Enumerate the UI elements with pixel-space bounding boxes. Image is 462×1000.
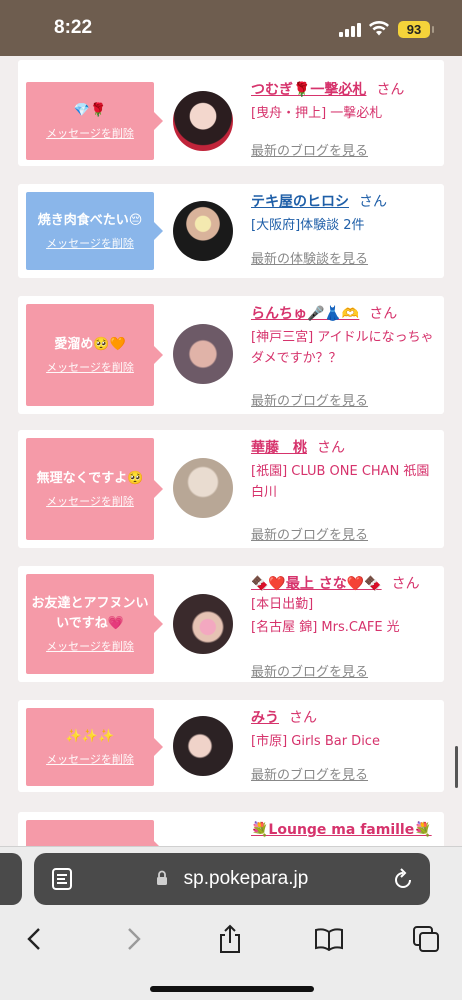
- delete-message-link[interactable]: メッセージを削除: [46, 125, 134, 141]
- status-time: 8:22: [54, 17, 93, 38]
- message-list[interactable]: 💎🌹 メッセージを削除 つむぎ🌹一撃必札 さん [曳舟・押上] 一撃必札 最新のブ…: [0, 56, 462, 846]
- message-text: 無理なくですよ🥺: [36, 471, 144, 486]
- message-bubble: [26, 820, 163, 846]
- browser-toolbar: sp.pokepara.jp: [0, 846, 462, 1000]
- message-card: お友達とアフヌンいいですね💗 メッセージを削除 🍫❤️最上 さな❤️🍫 さん [本…: [18, 566, 444, 682]
- honorific: さん: [317, 440, 345, 456]
- back-button[interactable]: [14, 919, 54, 959]
- status-bar: 8:22 93: [0, 0, 462, 56]
- delete-message-link[interactable]: メッセージを削除: [46, 638, 134, 654]
- address-bar[interactable]: sp.pokepara.jp: [34, 853, 430, 905]
- share-icon: [220, 924, 240, 953]
- message-bubble: 愛溜め🥺🧡 メッセージを削除: [26, 304, 163, 406]
- message-bubble: 💎🌹 メッセージを削除: [26, 82, 163, 160]
- delete-message-link[interactable]: メッセージを削除: [46, 751, 134, 767]
- chevron-right-icon: [128, 928, 141, 950]
- home-indicator: [150, 986, 314, 992]
- url-text: sp.pokepara.jp: [183, 868, 309, 889]
- bookmarks-button[interactable]: [309, 919, 349, 959]
- profile-name-link[interactable]: 💐Lounge ma famille💐: [251, 822, 432, 838]
- message-text: ✨✨✨: [65, 729, 115, 744]
- avatar[interactable]: [173, 594, 233, 654]
- shop-status: [本日出勤]: [251, 597, 314, 612]
- message-text: 💎🌹: [73, 103, 107, 118]
- shop-info: [市原] Girls Bar Dice: [251, 734, 380, 749]
- message-card: ✨✨✨ メッセージを削除 みう さん [市原] Girls Bar Dice 最新…: [18, 700, 444, 792]
- message-card: 愛溜め🥺🧡 メッセージを削除 らんちゅ🎤👗🫶 さん [神戸三宮] アイドルになっち…: [18, 296, 444, 414]
- honorific: さん: [391, 576, 420, 592]
- message-card: 無理なくですよ🥺 メッセージを削除 華藤 桃さん [祇園] CLUB ONE C…: [18, 430, 444, 548]
- profile-name-link[interactable]: みう: [251, 710, 279, 726]
- share-button[interactable]: [210, 919, 250, 959]
- book-icon: [315, 928, 343, 951]
- message-bubble: 無理なくですよ🥺 メッセージを削除: [26, 438, 163, 540]
- avatar[interactable]: [173, 91, 233, 151]
- delete-message-link[interactable]: メッセージを削除: [46, 493, 134, 509]
- latest-blog-link[interactable]: 最新のブログを見る: [251, 764, 368, 783]
- honorific: さん: [369, 306, 398, 322]
- message-text: 愛溜め🥺🧡: [54, 337, 126, 352]
- reload-icon[interactable]: [392, 867, 414, 891]
- latest-blog-link[interactable]: 最新のブログを見る: [251, 661, 368, 680]
- profile-name-link[interactable]: 🍫❤️最上 さな❤️🍫: [251, 576, 382, 592]
- shop-info: [神戸三宮] アイドルになっちゃダメですか？？: [251, 330, 434, 366]
- shop-info: [名古屋 錦] Mrs.CAFE 光: [251, 620, 400, 635]
- message-bubble: ✨✨✨ メッセージを削除: [26, 708, 163, 786]
- wifi-icon: [369, 21, 389, 36]
- battery-indicator: 93: [398, 21, 434, 38]
- message-bubble: お友達とアフヌンいいですね💗 メッセージを削除: [26, 574, 163, 674]
- latest-blog-link[interactable]: 最新のブログを見る: [251, 140, 368, 159]
- profile-name-link[interactable]: テキ屋のヒロシ: [251, 194, 349, 210]
- latest-blog-link[interactable]: 最新のブログを見る: [251, 524, 368, 543]
- shop-info: [曳舟・押上] 一撃必札: [251, 106, 383, 121]
- forward-button[interactable]: [114, 919, 154, 959]
- avatar[interactable]: [173, 324, 233, 384]
- honorific: さん: [376, 82, 405, 98]
- message-card: 💎🌹 メッセージを削除 つむぎ🌹一撃必札 さん [曳舟・押上] 一撃必札 最新のブ…: [18, 60, 444, 166]
- tabs-icon: [413, 926, 439, 952]
- navigation-buttons: [0, 919, 462, 959]
- message-text: お友達とアフヌンいいですね💗: [31, 596, 149, 631]
- scrollbar[interactable]: [455, 746, 458, 788]
- avatar[interactable]: [173, 201, 233, 261]
- delete-message-link[interactable]: メッセージを削除: [46, 359, 134, 375]
- profile-name-link[interactable]: つむぎ🌹一撃必札: [251, 82, 366, 98]
- latest-blog-link[interactable]: 最新のブログを見る: [251, 390, 368, 409]
- tabs-button[interactable]: [406, 919, 446, 959]
- shop-info: [祇園] CLUB ONE CHAN 祇園白川: [251, 464, 430, 500]
- profile-name-link[interactable]: 華藤 桃: [251, 440, 307, 456]
- avatar[interactable]: [173, 458, 233, 518]
- profile-name-link[interactable]: らんちゅ🎤👗🫶: [251, 306, 359, 322]
- previous-tab-preview[interactable]: [0, 853, 22, 905]
- message-card: 💐Lounge ma famille💐: [18, 812, 444, 846]
- cellular-signal-icon: [339, 23, 361, 37]
- message-card: 焼き肉食べたい😔 メッセージを削除 テキ屋のヒロシ さん [大阪府]体験談 2件 …: [18, 184, 444, 278]
- message-text: 焼き肉食べたい😔: [37, 213, 143, 228]
- latest-review-link[interactable]: 最新の体験談を見る: [251, 248, 368, 267]
- chevron-left-icon: [27, 928, 40, 950]
- shop-info: [大阪府]体験談 2件: [251, 218, 365, 233]
- message-bubble: 焼き肉食べたい😔 メッセージを削除: [26, 192, 163, 270]
- delete-message-link[interactable]: メッセージを削除: [46, 235, 134, 251]
- honorific: さん: [289, 710, 317, 726]
- honorific: さん: [359, 194, 387, 210]
- avatar[interactable]: [173, 716, 233, 776]
